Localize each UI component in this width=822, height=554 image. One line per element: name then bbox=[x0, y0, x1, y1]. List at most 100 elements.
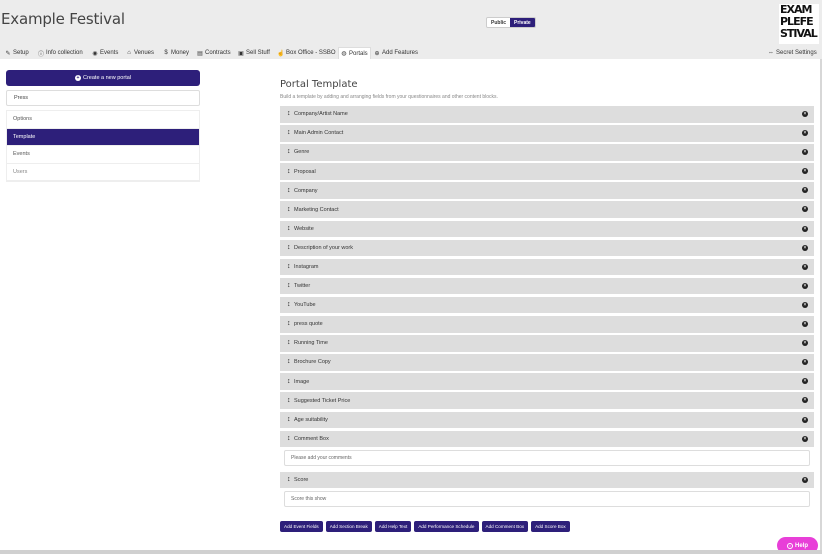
remove-field-icon[interactable]: × bbox=[802, 111, 808, 117]
remove-field-icon[interactable]: × bbox=[802, 416, 808, 423]
visibility-toggle[interactable]: Public Private bbox=[486, 17, 536, 28]
remove-field-icon[interactable]: × bbox=[802, 187, 808, 194]
remove-field-icon[interactable]: × bbox=[802, 244, 808, 251]
add-score-box-button[interactable]: Add Score Box bbox=[531, 521, 570, 532]
template-field[interactable]: ↕ Main Admin Contact × bbox=[280, 125, 814, 142]
create-portal-button[interactable]: + Create a new portal bbox=[6, 70, 200, 86]
template-field-label: Instagram bbox=[294, 264, 319, 270]
add-event-fields-button[interactable]: Add Event Fields bbox=[280, 521, 323, 532]
template-field-label: Company bbox=[294, 187, 318, 194]
nav-item-venues[interactable]: ⌂ Venues bbox=[124, 48, 156, 58]
nav-item-events[interactable]: ◉ Events bbox=[90, 48, 120, 58]
drag-handle-icon[interactable]: ↕ bbox=[287, 110, 292, 117]
remove-field-icon[interactable]: × bbox=[802, 397, 808, 404]
template-field[interactable]: ↕ Brochure Copy × bbox=[280, 354, 814, 371]
drag-handle-icon[interactable]: ↕ bbox=[287, 358, 292, 365]
drag-handle-icon[interactable]: ↕ bbox=[287, 397, 292, 404]
template-field[interactable]: ↕ Proposal × bbox=[280, 163, 814, 180]
drag-handle-icon[interactable]: ↕ bbox=[287, 320, 292, 327]
template-field[interactable]: ↕ Image × bbox=[280, 373, 814, 390]
bottom-scrollbar[interactable] bbox=[0, 550, 822, 554]
remove-field-icon[interactable]: × bbox=[802, 206, 808, 213]
remove-field-icon[interactable]: × bbox=[802, 476, 808, 483]
template-field[interactable]: ↕ Twitter × bbox=[280, 277, 814, 295]
sidebar-item-events[interactable]: Events bbox=[7, 146, 199, 164]
add-comment-box-button[interactable]: Add Comment Box bbox=[481, 521, 529, 532]
add-performance-schedule-button[interactable]: Add Performance Schedule bbox=[414, 521, 479, 532]
add-section-break-button[interactable]: Add Section Break bbox=[325, 521, 372, 532]
remove-field-icon[interactable]: × bbox=[802, 130, 808, 137]
nav-item-label: Venues bbox=[134, 50, 155, 56]
remove-field-icon[interactable]: × bbox=[802, 225, 808, 232]
document-icon: ▤ bbox=[197, 50, 203, 57]
plus-circle-icon: ⊕ bbox=[374, 50, 380, 57]
template-field[interactable]: ↕ Website × bbox=[280, 220, 814, 238]
template-field-label: Image bbox=[294, 378, 310, 385]
comment-input[interactable]: Please add your comments bbox=[284, 449, 810, 466]
drag-handle-icon[interactable]: ↕ bbox=[287, 225, 292, 232]
nav-item-contracts[interactable]: ▤ Contracts bbox=[195, 48, 233, 58]
drag-handle-icon[interactable]: ↕ bbox=[287, 129, 292, 136]
drag-handle-icon[interactable]: ↕ bbox=[287, 206, 292, 213]
drag-handle-icon[interactable]: ↕ bbox=[287, 378, 292, 385]
main-nav: ✎ Setup ⓘ Info collection ◉ Events ⌂ Venues $ Mon… bbox=[0, 46, 822, 59]
drag-handle-icon[interactable]: ↕ bbox=[287, 148, 292, 155]
nav-item-sell-stuff[interactable]: ▣ Sell Stuff bbox=[236, 48, 272, 58]
drag-handle-icon[interactable]: ↕ bbox=[287, 435, 292, 442]
remove-field-icon[interactable]: × bbox=[802, 378, 808, 385]
template-field[interactable]: ↕ Marketing Contact × bbox=[280, 201, 814, 218]
template-field[interactable]: ↕ Company × bbox=[280, 182, 814, 199]
nav-item-money[interactable]: $ Money bbox=[161, 48, 191, 58]
drag-handle-icon[interactable]: ↕ bbox=[287, 339, 292, 346]
template-field[interactable]: ↕ Genre × bbox=[280, 144, 814, 161]
template-field[interactable]: ↕ Description of your work × bbox=[280, 239, 814, 257]
secret-settings-link[interactable]: ⇔ Secret Settings bbox=[766, 48, 819, 58]
remove-field-icon[interactable]: × bbox=[802, 340, 808, 347]
template-field[interactable]: ↕ Suggested Ticket Price × bbox=[280, 392, 814, 409]
remove-field-icon[interactable]: × bbox=[802, 301, 808, 308]
score-input[interactable]: Score this show bbox=[284, 490, 810, 507]
portal-select[interactable]: Press bbox=[6, 90, 200, 106]
template-field[interactable]: ↕ Running Time × bbox=[280, 335, 814, 352]
drag-handle-icon[interactable]: ↕ bbox=[287, 244, 292, 251]
drag-handle-icon[interactable]: ↕ bbox=[287, 301, 292, 308]
nav-item-setup[interactable]: ✎ Setup bbox=[3, 48, 31, 58]
drag-handle-icon[interactable]: ↕ bbox=[287, 476, 292, 483]
remove-field-icon[interactable]: × bbox=[802, 282, 808, 289]
public-option[interactable]: Public bbox=[487, 18, 511, 27]
nav-item-portals[interactable]: ◍ Portals bbox=[338, 47, 371, 59]
drag-handle-icon[interactable]: ↕ bbox=[287, 263, 292, 270]
template-field[interactable]: ↕ Company/Artist Name × bbox=[280, 106, 814, 123]
nav-item-box-office-ssbo[interactable]: ☝ Box Office - SSBO bbox=[276, 48, 338, 58]
eye-icon: ◉ bbox=[92, 50, 98, 57]
remove-field-icon[interactable]: × bbox=[802, 359, 808, 366]
add-help-text-button[interactable]: Add Help Text bbox=[374, 521, 412, 532]
remove-field-icon[interactable]: × bbox=[802, 168, 808, 175]
drag-handle-icon[interactable]: ↕ bbox=[287, 168, 292, 175]
template-field[interactable]: ↕ YouTube × bbox=[280, 296, 814, 314]
template-field[interactable]: ↕ Instagram × bbox=[280, 258, 814, 276]
remove-field-icon[interactable]: × bbox=[802, 435, 808, 442]
remove-field-icon[interactable]: × bbox=[802, 263, 808, 270]
sidebar-item-template[interactable]: Template bbox=[7, 128, 199, 146]
drag-handle-icon[interactable]: ↕ bbox=[287, 416, 292, 423]
nav-item-label: Money bbox=[171, 50, 190, 56]
private-option[interactable]: Private bbox=[510, 18, 535, 27]
box-icon: ▣ bbox=[238, 50, 244, 57]
remove-field-icon[interactable]: × bbox=[802, 321, 808, 328]
template-field-label: Suggested Ticket Price bbox=[294, 397, 351, 404]
drag-handle-icon[interactable]: ↕ bbox=[287, 282, 292, 289]
template-field[interactable]: ↕ Age suitability × bbox=[280, 411, 814, 428]
drag-handle-icon[interactable]: ↕ bbox=[287, 187, 292, 194]
sidebar-item-users[interactable]: Users bbox=[7, 164, 199, 181]
template-field[interactable]: ↕ press quote × bbox=[280, 316, 814, 333]
nav-item-add-features[interactable]: ⊕ Add Features bbox=[372, 48, 420, 58]
template-field[interactable]: ↕ Score × bbox=[280, 471, 814, 489]
sidebar-item-options[interactable]: Options bbox=[7, 111, 199, 129]
template-field[interactable]: ↕ Comment Box × bbox=[280, 430, 814, 448]
nav-item-info-collection[interactable]: ⓘ Info collection bbox=[36, 48, 85, 58]
nav-item-label: Box Office - SSBO bbox=[286, 50, 336, 56]
template-field-label: Main Admin Contact bbox=[294, 130, 344, 137]
template-field-label: Age suitability bbox=[294, 416, 328, 423]
remove-field-icon[interactable]: × bbox=[802, 149, 808, 156]
